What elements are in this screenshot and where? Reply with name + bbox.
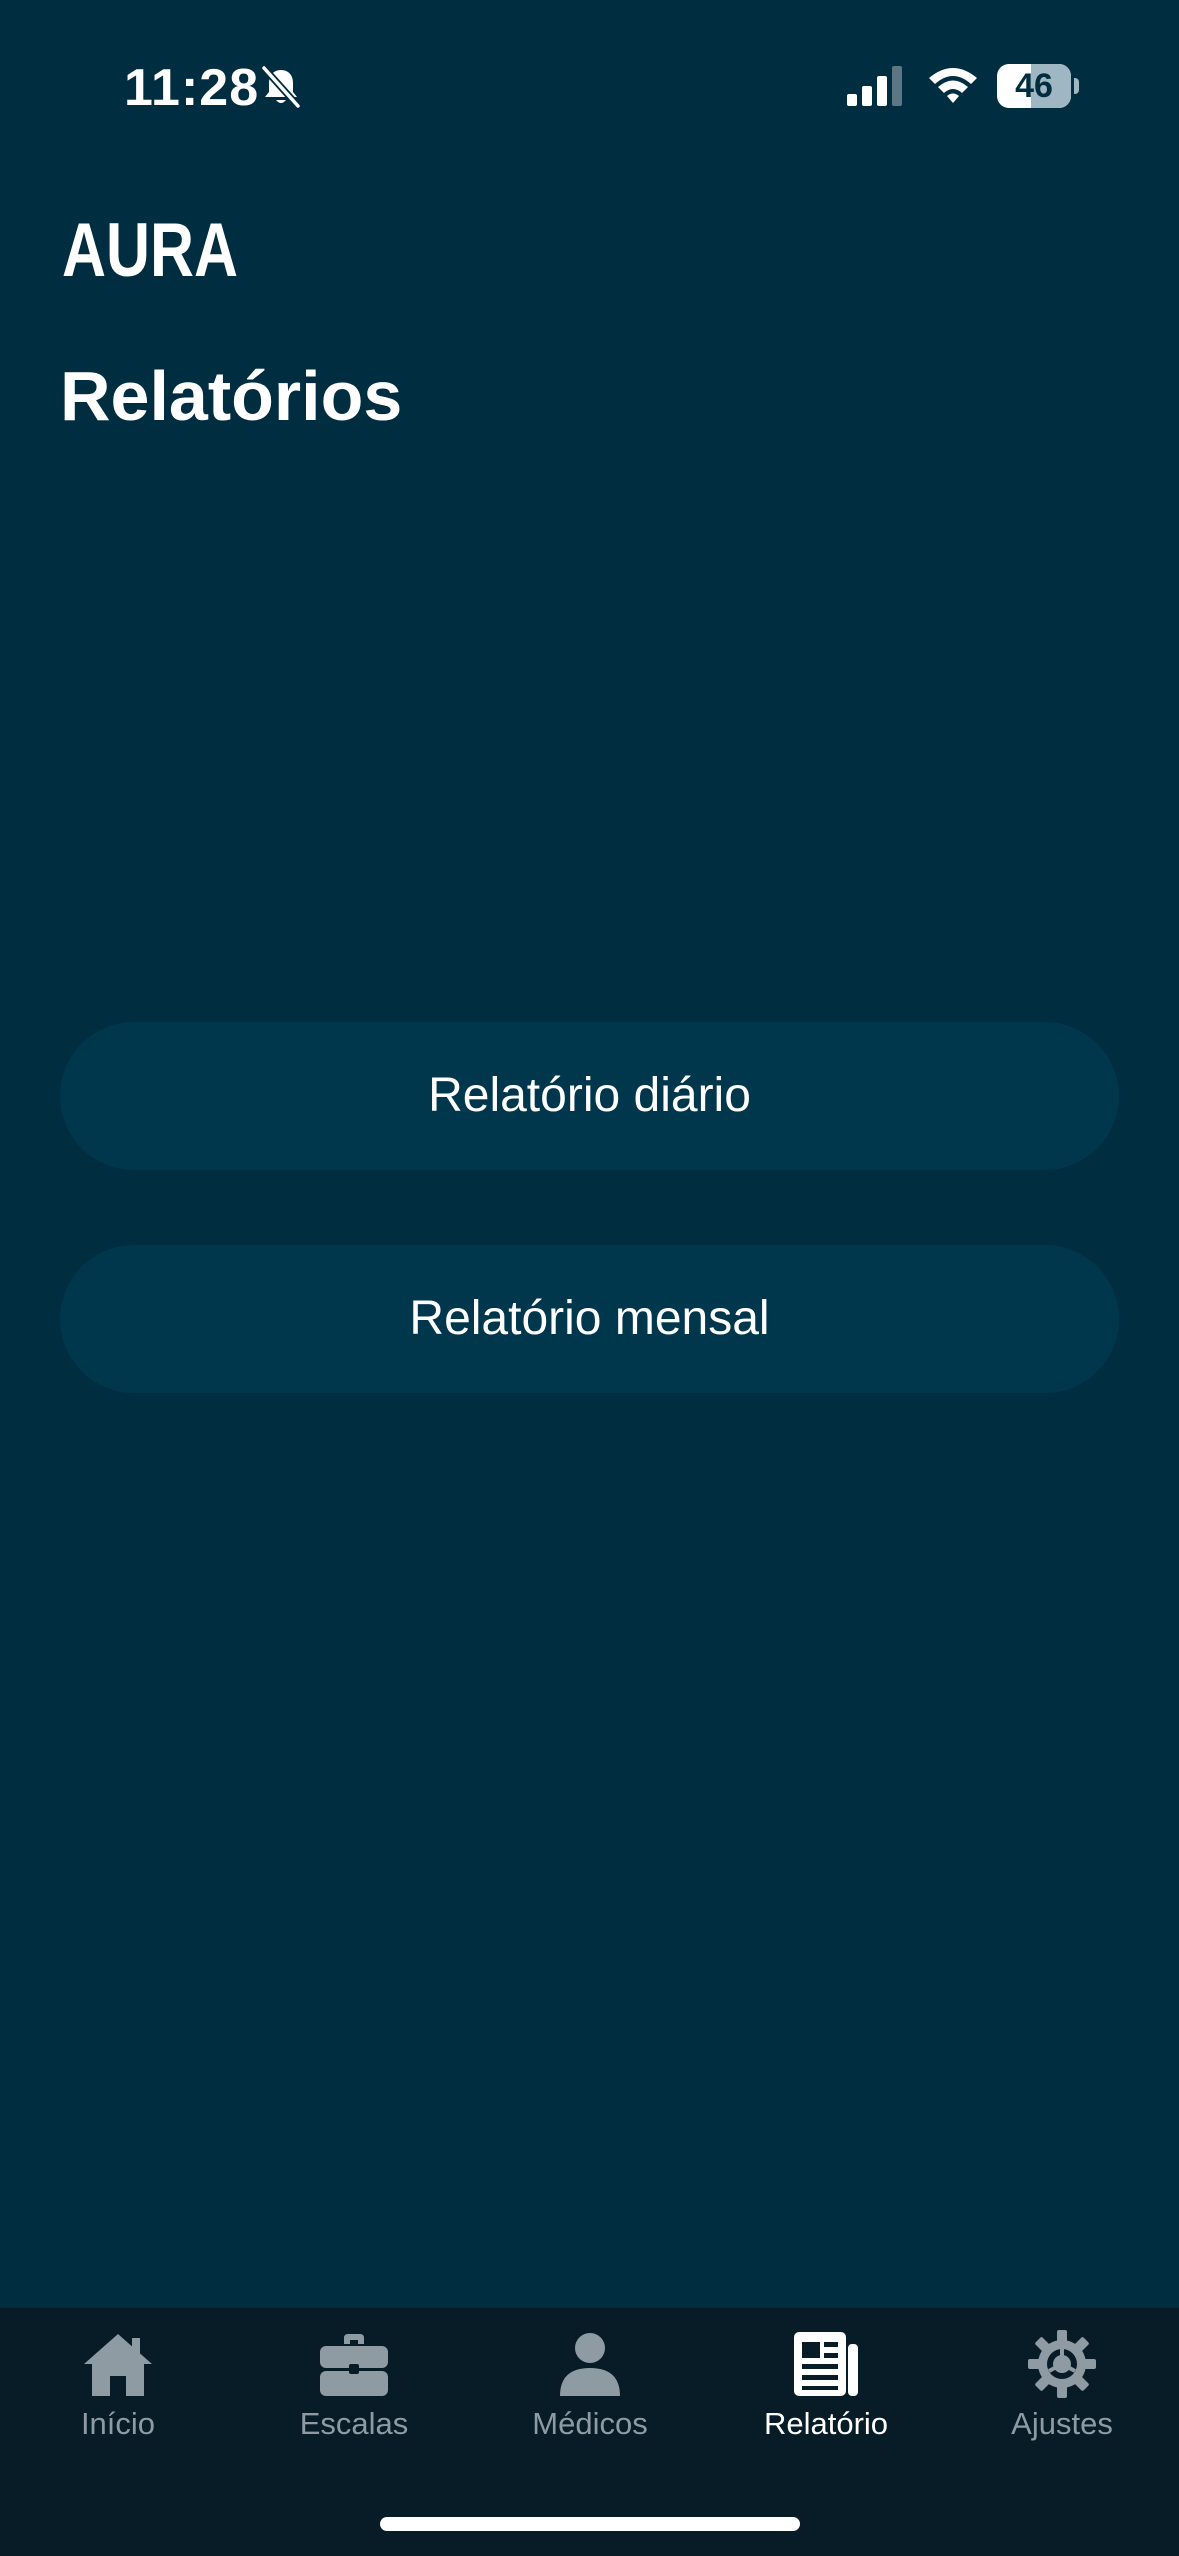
briefcase-icon [320,2334,388,2396]
person-icon [560,2333,620,2396]
cellular-signal-icon [847,66,902,106]
tab-relatorio[interactable]: Relatório [708,2328,944,2478]
tab-medicos[interactable]: Médicos [472,2328,708,2478]
battery-indicator: 46 [997,64,1079,108]
newspaper-icon [794,2332,858,2396]
tab-label: Médicos [532,2406,648,2441]
home-icon [84,2334,152,2396]
tab-label: Ajustes [1011,2406,1113,2441]
tab-ajustes[interactable]: Ajustes [944,2328,1179,2478]
battery-level: 46 [1015,67,1053,105]
daily-report-button[interactable]: Relatório diário [60,1022,1119,1170]
tab-escalas[interactable]: Escalas [236,2328,472,2478]
status-bar: 11:28 46 [0,0,1179,150]
gear-icon [1028,2330,1096,2398]
wifi-icon [929,68,977,103]
logo-text: AURA [62,218,238,280]
tab-label: Escalas [299,2406,409,2441]
page-title: Relatórios [60,357,403,435]
aura-logo: AURA [62,218,238,280]
home-indicator[interactable] [380,2517,800,2531]
battery-tip [1074,78,1079,94]
tab-label: Início [80,2406,156,2441]
tab-inicio[interactable]: Início [0,2328,236,2478]
status-time: 11:28 [124,59,260,117]
bell-slash-icon [261,65,301,109]
tab-label: Relatório [763,2406,889,2441]
monthly-report-button[interactable]: Relatório mensal [60,1245,1119,1393]
battery-body: 46 [997,64,1071,108]
